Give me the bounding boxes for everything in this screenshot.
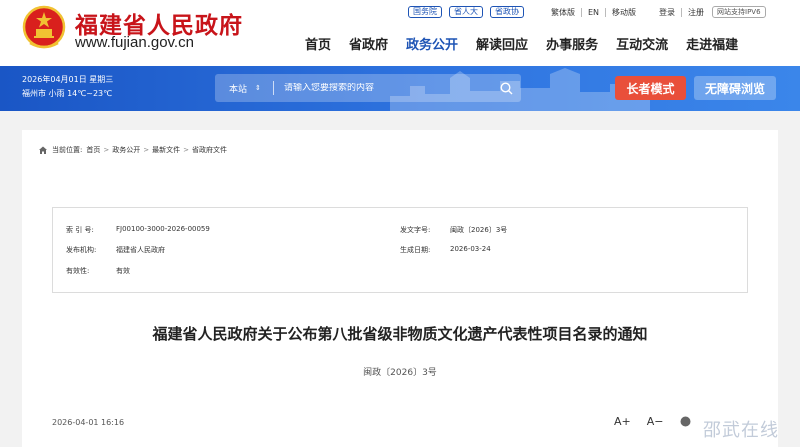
nav-interaction[interactable]: 互动交流: [616, 34, 668, 53]
breadcrumb-separator: >: [183, 146, 189, 154]
national-emblem-icon[interactable]: [22, 5, 66, 51]
ipv6-badge: 网站支持IPV6: [712, 6, 766, 18]
register-link[interactable]: 注册: [688, 7, 704, 18]
top-link-cppcc[interactable]: 省政协: [490, 6, 524, 18]
top-links: 国务院 省人大 省政协: [408, 5, 531, 19]
search-scope-select[interactable]: 本站 ⇕: [215, 82, 273, 95]
top-link-state-council[interactable]: 国务院: [408, 6, 442, 18]
meta-docno-row: 发文字号: 闽政〔2026〕3号: [400, 225, 507, 235]
watermark: 邵武在线: [703, 420, 779, 441]
meta-index-value: FJ00100-3000-2026-00059: [116, 225, 210, 233]
nav-interpretation[interactable]: 解读回应: [476, 34, 528, 53]
nav-home[interactable]: 首页: [305, 34, 331, 53]
search-scope-label: 本站: [229, 84, 248, 95]
search-bar: 本站 ⇕: [215, 74, 521, 102]
weather-info: 福州市 小雨 14℃~23℃: [22, 89, 113, 98]
meta-date-label: 生成日期:: [400, 246, 431, 254]
meta-issuer-label: 发布机构:: [66, 246, 97, 254]
date-weather: 2026年04月01日 星期三 福州市 小雨 14℃~23℃: [22, 73, 113, 101]
elder-mode-button[interactable]: 长者模式: [615, 76, 686, 100]
chevron-updown-icon: ⇕: [255, 84, 261, 92]
meta-validity-row: 有效性: 有效: [66, 266, 130, 276]
breadcrumb-home[interactable]: 首页: [86, 145, 100, 155]
meta-validity-label: 有效性:: [66, 267, 90, 275]
breadcrumb: 当前位置: 首页 > 政务公开 > 最新文件 > 省政府文件: [38, 145, 227, 155]
meta-date-value: 2026-03-24: [450, 245, 491, 253]
breadcrumb-latest-files[interactable]: 最新文件: [152, 145, 180, 155]
document-number: 闽政〔2026〕3号: [363, 368, 437, 378]
divider: [581, 7, 582, 17]
current-date: 2026年04月01日 星期三: [22, 75, 114, 84]
publish-time: 2026-04-01 16:16: [52, 418, 125, 427]
mobile-link[interactable]: 移动版: [612, 7, 636, 18]
document-metadata-box: 索 引 号: FJ00100-3000-2026-00059 发文字号: 闽政〔…: [52, 207, 748, 293]
font-increase-button[interactable]: A+: [614, 415, 631, 428]
breadcrumb-provincial-files[interactable]: 省政府文件: [192, 145, 227, 155]
nav-about-fujian[interactable]: 走进福建: [686, 34, 738, 53]
search-button[interactable]: [491, 74, 521, 102]
nav-government-affairs[interactable]: 政务公开: [406, 34, 458, 53]
meta-validity-value: 有效: [116, 267, 130, 275]
search-input[interactable]: [274, 83, 491, 93]
meta-issuer-row: 发布机构: 福建省人民政府: [66, 245, 165, 255]
login-link[interactable]: 登录: [659, 7, 675, 18]
site-url: www.fujian.gov.cn: [75, 34, 194, 51]
account-links: 登录 注册 网站支持IPV6: [659, 5, 766, 19]
home-icon: [39, 146, 47, 154]
main-nav: 首页 省政府 政务公开 解读回应 办事服务 互动交流 走进福建: [305, 34, 756, 53]
utility-links: 繁体版 EN 移动版: [551, 5, 636, 19]
breadcrumb-separator: >: [143, 146, 150, 154]
meta-docno-value: 闽政〔2026〕3号: [450, 226, 508, 234]
document-title: 福建省人民政府关于公布第八批省级非物质文化遗产代表性项目名录的通知: [152, 325, 648, 343]
article-tools: A+ A−: [614, 415, 691, 428]
top-link-provincial-congress[interactable]: 省人大: [449, 6, 483, 18]
meta-date-row: 生成日期: 2026-03-24: [400, 245, 491, 255]
divider: [605, 7, 607, 17]
breadcrumb-prefix: 当前位置:: [52, 146, 83, 154]
share-icon[interactable]: [680, 416, 691, 427]
divider: [681, 7, 682, 17]
meta-index-row: 索 引 号: FJ00100-3000-2026-00059: [66, 225, 210, 235]
english-link[interactable]: EN: [588, 8, 599, 17]
nav-services[interactable]: 办事服务: [546, 34, 598, 53]
meta-docno-label: 发文字号:: [400, 226, 431, 234]
search-icon: [499, 81, 512, 94]
accessible-browsing-button[interactable]: 无障碍浏览: [694, 76, 776, 100]
font-decrease-button[interactable]: A−: [647, 415, 664, 428]
meta-issuer-value: 福建省人民政府: [116, 246, 165, 254]
nav-provincial-government[interactable]: 省政府: [349, 34, 388, 53]
meta-index-label: 索 引 号:: [66, 226, 94, 234]
breadcrumb-separator: >: [103, 146, 110, 154]
breadcrumb-government-affairs[interactable]: 政务公开: [112, 145, 140, 155]
traditional-chinese-link[interactable]: 繁体版: [551, 7, 575, 18]
site-header: 福建省人民政府 www.fujian.gov.cn 国务院 省人大 省政协 繁体…: [0, 0, 800, 66]
